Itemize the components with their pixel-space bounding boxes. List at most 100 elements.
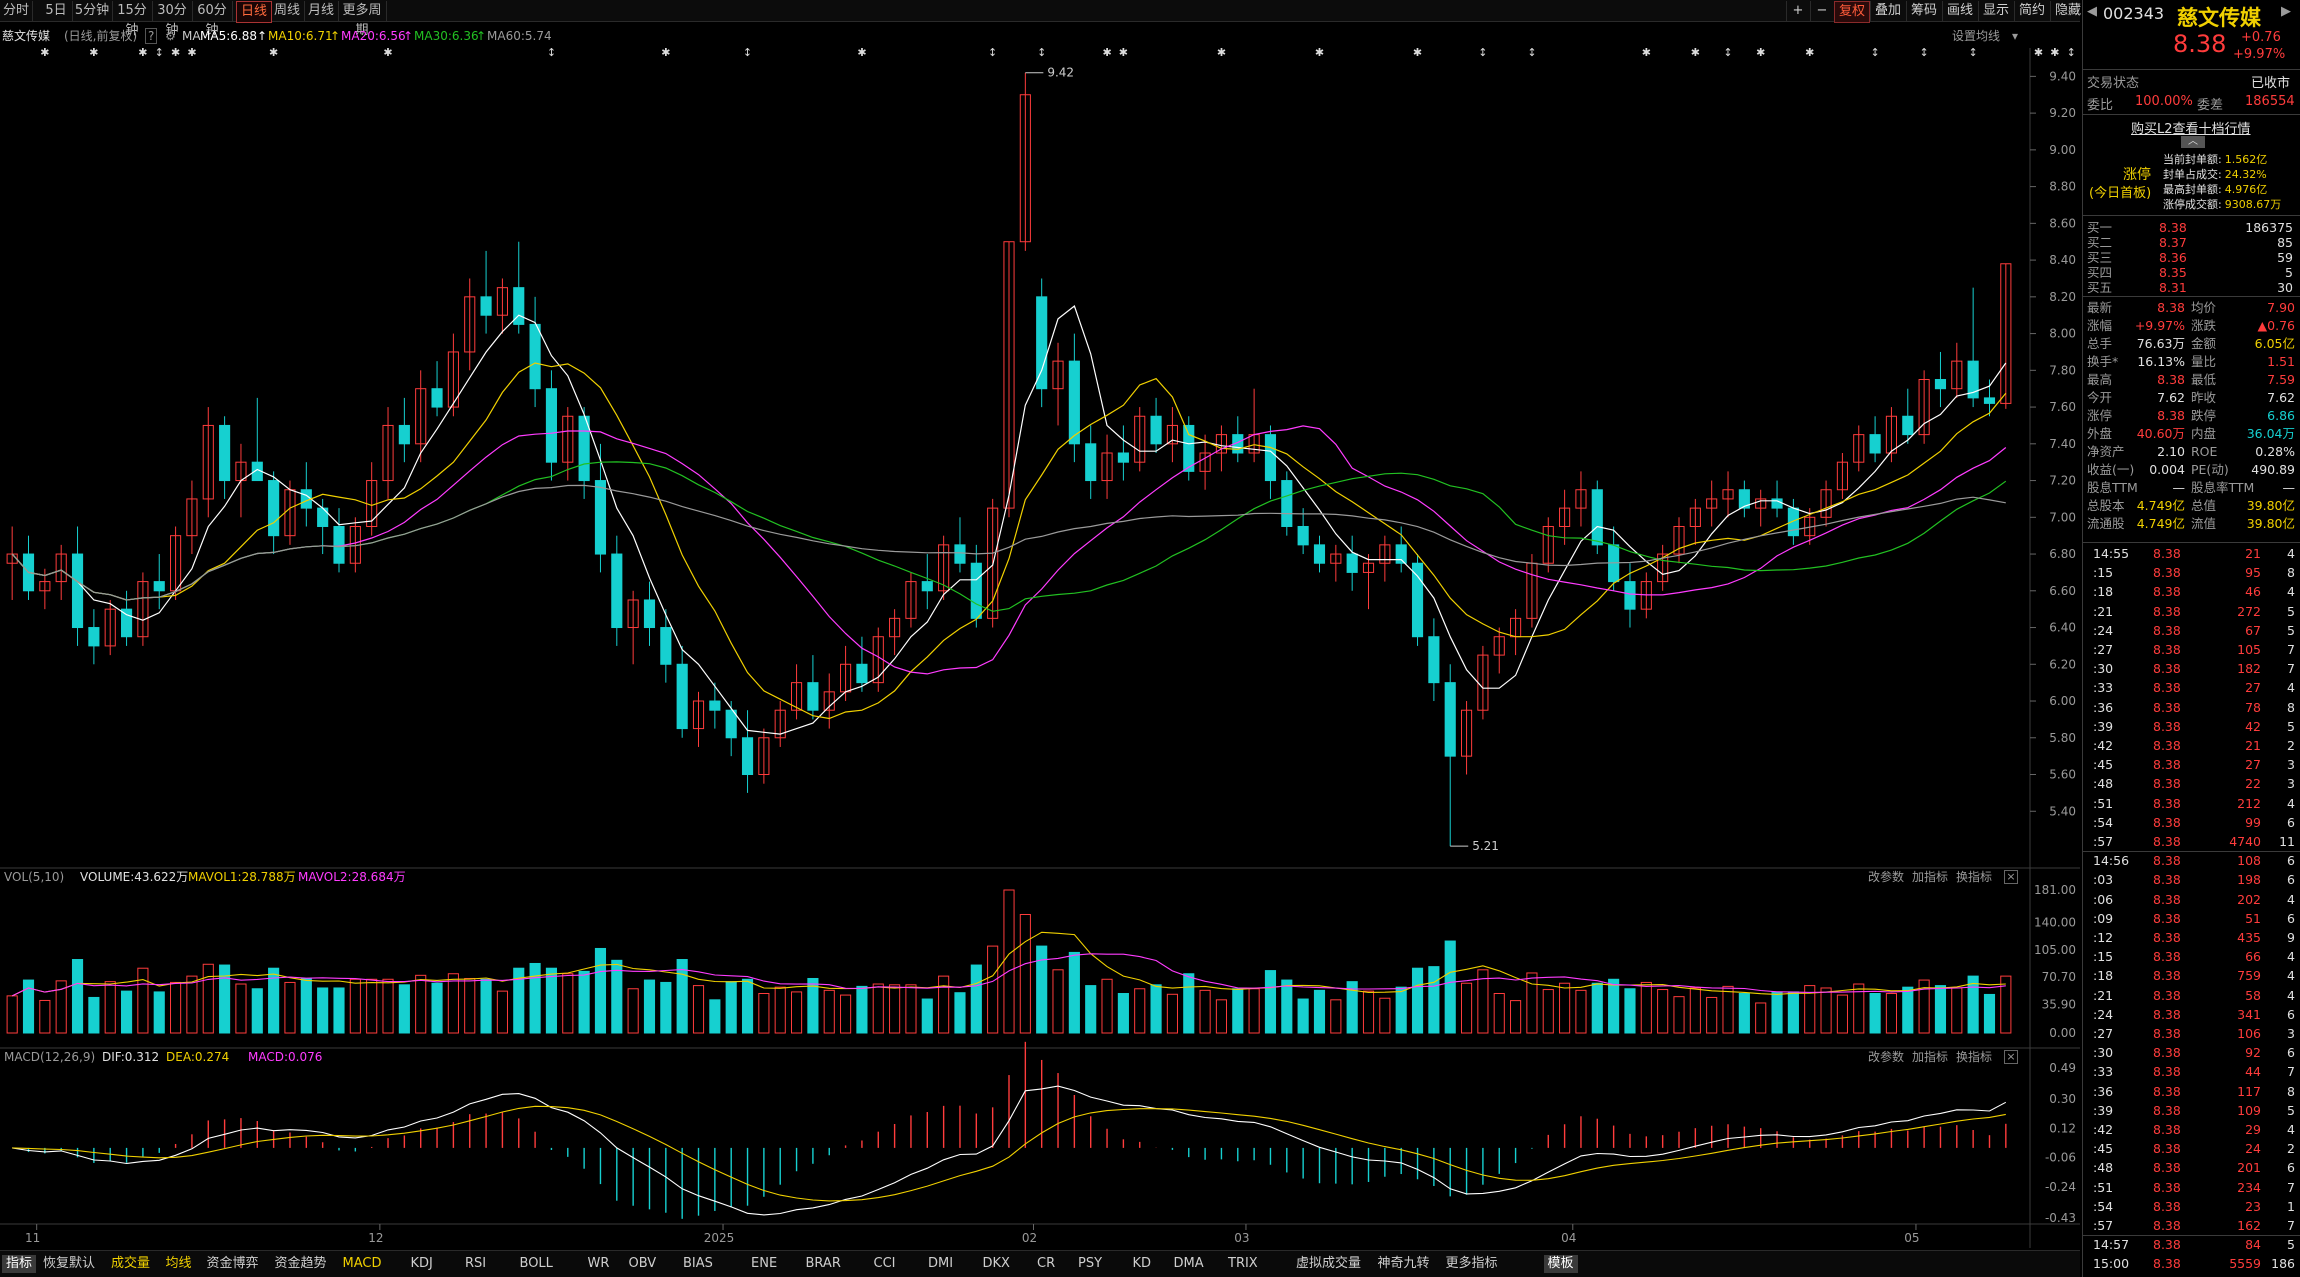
tick-price: 8.38 [2153, 930, 2181, 945]
kline-chart[interactable]: 9.40 9.20 9.00 8.80 8.60 8.40 8.20 8.00 7.80 7.60… [0, 48, 2080, 1248]
vol-add-indicator-button[interactable]: 加指标 [1912, 868, 1948, 886]
tick-count: 5 [2287, 718, 2295, 734]
vol-change-indicator-button[interactable]: 换指标 [1956, 868, 1992, 886]
indicator-tab-5[interactable]: 资金趋势 [275, 1255, 327, 1273]
stat-value: 2.10 [2157, 444, 2185, 459]
indicator-tab-21[interactable]: DMA [1174, 1255, 1204, 1273]
macd-add-indicator-button[interactable]: 加指标 [1912, 1048, 1948, 1066]
prev-stock-icon[interactable]: ◀ [2087, 4, 2097, 19]
l2-upgrade-link[interactable]: 购买L2查看十档行情 [2131, 118, 2251, 137]
bid-row[interactable]: 买二 8.37 85 [2087, 235, 2297, 250]
toolbar-tool-1[interactable]: − [1810, 1, 1833, 21]
period-tab-7[interactable]: 周线 [270, 1, 305, 21]
indicator-tab-11[interactable]: OBV [629, 1255, 657, 1273]
indicator-tab-12[interactable]: BIAS [683, 1255, 713, 1273]
indicator-tab-14[interactable]: BRAR [806, 1255, 841, 1273]
indicator-tab-0[interactable]: 指标 [2, 1255, 37, 1273]
indicator-tab-20[interactable]: KD [1133, 1255, 1152, 1273]
indicator-tab-4[interactable]: 资金博弈 [207, 1255, 259, 1273]
indicator-tab-10[interactable]: WR [588, 1255, 610, 1273]
candle-body [1902, 415, 1914, 436]
indicator-tab-8[interactable]: RSI [465, 1255, 486, 1273]
tick-price: 8.38 [2153, 1218, 2181, 1233]
toolbar-tool-5[interactable]: 画线 [1942, 1, 1977, 21]
toolbar-tool-0[interactable]: + [1786, 1, 1809, 21]
indicator-tab-15[interactable]: CCI [874, 1255, 896, 1273]
macd-close-icon[interactable]: × [2004, 1050, 2018, 1064]
help-icon[interactable]: ? [145, 28, 158, 44]
period-tab-5[interactable]: 60分钟 [192, 1, 233, 38]
indicator-tab-25[interactable]: 更多指标 [1446, 1255, 1498, 1273]
indicator-tab-3[interactable]: 均线 [166, 1255, 192, 1273]
indicator-tab-22[interactable]: TRIX [1228, 1255, 1258, 1273]
tick-count: 3 [2287, 776, 2295, 792]
period-tab-2[interactable]: 5分钟 [72, 1, 113, 21]
toolbar-tool-3[interactable]: 叠加 [1870, 1, 1905, 21]
date-axis: 111220250203040506 [25, 1224, 1920, 1245]
trade-state: 已收市 [2251, 76, 2291, 91]
period-tab-8[interactable]: 月线 [304, 1, 339, 21]
indicator-tab-19[interactable]: PSY [1078, 1255, 1102, 1273]
period-tab-9[interactable]: 更多周期 [338, 1, 387, 38]
tick-price: 8.38 [2153, 910, 2181, 926]
gear-icon[interactable]: ⚙ [165, 24, 176, 48]
candle-body [529, 323, 541, 390]
indicator-tab-18[interactable]: CR [1037, 1255, 1055, 1273]
period-tab-6[interactable]: 日线 [236, 1, 272, 23]
tick-time: :30 [2093, 661, 2114, 677]
stat-key: 均价 [2191, 300, 2217, 315]
volume-header: VOL(5,10) VOLUME:43.622万 MAVOL1:28.788万 … [0, 868, 2080, 886]
indicator-tab-9[interactable]: BOLL [520, 1255, 553, 1273]
vol-edit-params-button[interactable]: 改参数 [1868, 868, 1904, 886]
indicator-tab-16[interactable]: DMI [928, 1255, 953, 1273]
toolbar-tool-8[interactable]: 隐藏 [2050, 1, 2085, 21]
toolbar-tool-7[interactable]: 简约 [2014, 1, 2049, 21]
macd-edit-params-button[interactable]: 改参数 [1868, 1048, 1904, 1066]
indicator-tab-23[interactable]: 虚拟成交量 [1296, 1255, 1361, 1273]
tick-volume: 42 [2245, 718, 2261, 734]
indicator-tab-24[interactable]: 神奇九转 [1378, 1255, 1430, 1273]
period-tab-0[interactable]: 分时 [0, 1, 33, 21]
ma-settings-link[interactable]: 设置均线 [1952, 24, 2000, 48]
volume-bar [333, 987, 345, 1034]
indicator-tab-2[interactable]: 成交量 [111, 1255, 150, 1273]
toolbar-tool-2[interactable]: 复权 [1834, 1, 1870, 23]
bid-row[interactable]: 买一 8.38 186375 [2087, 220, 2297, 235]
vol-close-icon[interactable]: × [2004, 870, 2018, 884]
stat-value: 7.62 [2267, 390, 2295, 405]
collapse-icon[interactable]: ︿ [2181, 136, 2205, 148]
indicator-tab-1[interactable]: 恢复默认 [43, 1255, 95, 1273]
tick-volume: 212 [2237, 795, 2261, 811]
period-tab-3[interactable]: 15分钟 [112, 1, 153, 38]
bid-row[interactable]: 买五 8.31 30 [2087, 280, 2297, 295]
macd-change-indicator-button[interactable]: 换指标 [1956, 1048, 1992, 1066]
indicator-tab-26[interactable]: 模板 [1543, 1255, 1578, 1273]
vol-title: VOL(5,10) [4, 870, 65, 884]
indicator-tab-7[interactable]: KDJ [411, 1255, 433, 1273]
stat-key: 最新 [2087, 300, 2113, 315]
next-stock-icon[interactable]: ▶ [2281, 4, 2291, 19]
period-tab-4[interactable]: 30分钟 [152, 1, 193, 38]
tick-time: :36 [2093, 699, 2114, 715]
stat-key: 总值 [2191, 498, 2217, 513]
toolbar-tool-6[interactable]: 显示 [1978, 1, 2013, 21]
ma-settings-dropdown-icon[interactable]: ▾ [2012, 24, 2018, 48]
chart-gridlines [0, 48, 2080, 1248]
stat-key: 跌停 [2191, 408, 2217, 423]
indicator-tab-13[interactable]: ENE [751, 1255, 777, 1273]
candle-body [660, 627, 672, 665]
tick-volume: 67 [2245, 622, 2261, 638]
period-tab-1[interactable]: 5日 [40, 1, 73, 21]
event-marker-icon: ✱ [1413, 48, 1422, 59]
bid-row[interactable]: 买三 8.36 59 [2087, 250, 2297, 265]
bid-row[interactable]: 买四 8.35 5 [2087, 265, 2297, 280]
indicator-tab-6[interactable]: MACD [343, 1255, 382, 1273]
price-tick: 5.40 [2049, 804, 2076, 818]
candle-body [431, 388, 443, 408]
indicator-tab-17[interactable]: DKX [983, 1255, 1010, 1273]
candle-body [398, 424, 410, 445]
volume-bar [1117, 992, 1129, 1034]
toolbar-tool-4[interactable]: 筹码 [1906, 1, 1941, 21]
tick-time: :54 [2093, 1198, 2114, 1214]
volume-bar [1559, 982, 1571, 1034]
